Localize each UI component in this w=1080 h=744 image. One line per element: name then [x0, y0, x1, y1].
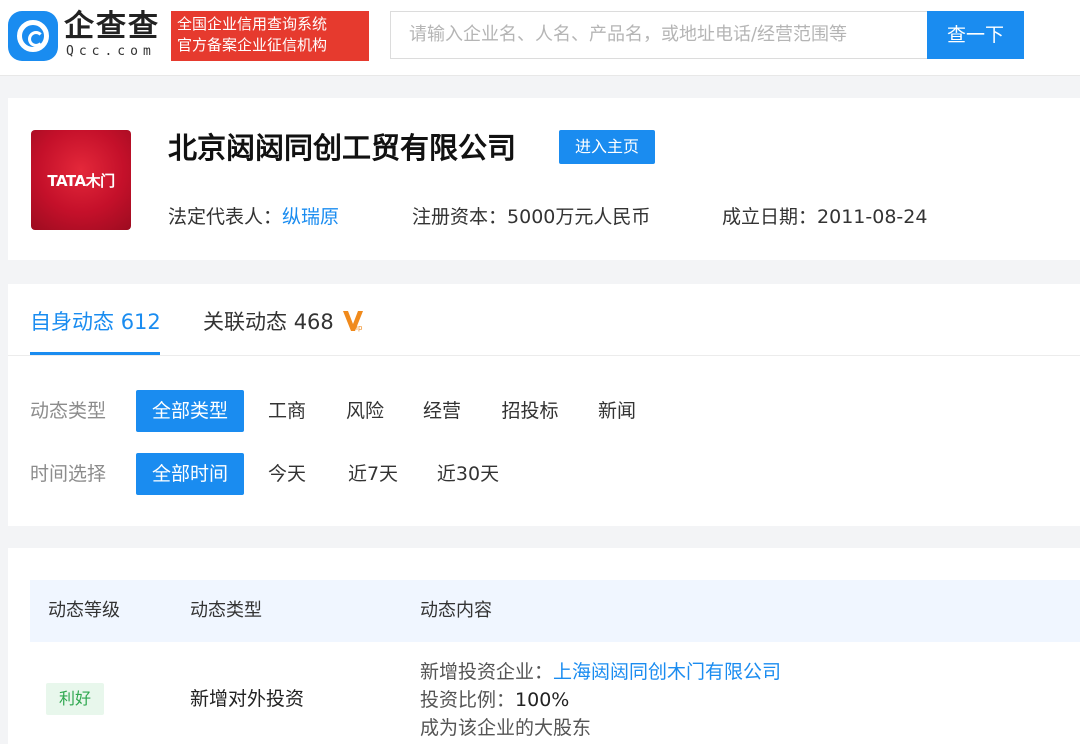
header-type: 动态类型 — [190, 600, 262, 621]
founded-value: 2011-08-24 — [817, 206, 928, 228]
top-bar: 企查查 Qcc.com 全国企业信用查询系统 官方备案企业征信机构 请输入企业名… — [0, 0, 1080, 76]
type-chip-operation[interactable]: 经营 — [413, 390, 471, 432]
content-note: 成为该企业的大股东 — [420, 717, 592, 739]
tab-self-activity[interactable]: 自身动态 612 — [30, 306, 161, 338]
legal-rep-link[interactable]: 纵瑞原 — [282, 206, 339, 228]
capital-value: 5000万元人民币 — [507, 206, 651, 228]
type-chip-risk[interactable]: 风险 — [336, 390, 394, 432]
company-logo: TATA木门 — [31, 130, 131, 230]
search-input[interactable]: 请输入企业名、人名、产品名，或地址电话/经营范围等 — [390, 11, 928, 59]
invested-company-label: 新增投资企业： — [420, 661, 554, 683]
capital-label: 注册资本： — [412, 206, 508, 228]
enter-homepage-button[interactable]: 进入主页 — [559, 130, 655, 164]
tab-label: 关联动态 — [203, 310, 287, 334]
tab-count: 468 — [293, 310, 334, 334]
level-badge-positive: 利好 — [46, 683, 104, 715]
header-content: 动态内容 — [420, 600, 492, 621]
company-name: 北京闼闼同创工贸有限公司 — [168, 131, 517, 165]
vip-icon: ip — [343, 311, 363, 332]
time-chip-today[interactable]: 今天 — [258, 453, 316, 495]
ratio-label: 投资比例： — [420, 689, 516, 711]
founded-label: 成立日期： — [722, 206, 818, 228]
slogan-badge: 全国企业信用查询系统 官方备案企业征信机构 — [171, 11, 369, 61]
activity-type: 新增对外投资 — [190, 688, 305, 710]
content-investment-ratio: 投资比例：100% — [420, 686, 569, 714]
type-chip-news[interactable]: 新闻 — [588, 390, 646, 432]
ratio-value: 100% — [515, 689, 570, 711]
time-chip-all[interactable]: 全部时间 — [136, 453, 244, 495]
logo-subtext: Qcc.com — [66, 44, 156, 59]
slogan-line-2: 官方备案企业征信机构 — [177, 36, 328, 54]
time-chip-7days[interactable]: 近7天 — [336, 453, 410, 495]
content-invested-company: 新增投资企业：上海闼闼同创木门有限公司 — [420, 658, 781, 686]
slogan-line-1: 全国企业信用查询系统 — [177, 15, 328, 33]
type-filter-label: 动态类型 — [30, 400, 107, 422]
time-chip-30days[interactable]: 近30天 — [426, 453, 510, 495]
tab-related-activity[interactable]: 关联动态 468 — [203, 306, 334, 338]
legal-representative: 法定代表人：纵瑞原 — [168, 203, 339, 231]
type-chip-business[interactable]: 工商 — [258, 390, 316, 432]
table-header: 动态等级 动态类型 动态内容 — [30, 580, 1080, 642]
company-card: TATA木门 北京闼闼同创工贸有限公司 进入主页 法定代表人：纵瑞原 注册资本：… — [8, 98, 1080, 260]
search-button[interactable]: 查一下 — [927, 11, 1024, 59]
type-chip-all[interactable]: 全部类型 — [136, 390, 244, 432]
time-filter-label: 时间选择 — [30, 463, 107, 485]
invested-company-link[interactable]: 上海闼闼同创木门有限公司 — [553, 661, 781, 683]
type-chip-bidding[interactable]: 招投标 — [492, 390, 568, 432]
legal-rep-label: 法定代表人： — [168, 206, 283, 228]
tab-divider — [8, 355, 1080, 356]
tab-count: 612 — [120, 310, 161, 334]
logo-text[interactable]: 企查查 — [64, 10, 160, 44]
header-level: 动态等级 — [48, 600, 120, 621]
activity-table-card: 动态等级 动态类型 动态内容 利好 新增对外投资 新增投资企业：上海闼闼同创木门… — [8, 548, 1080, 744]
filter-card: 自身动态 612 关联动态 468 ip 动态类型 全部类型 工商 风险 经营 … — [8, 284, 1080, 526]
founded-date: 成立日期：2011-08-24 — [722, 203, 927, 231]
qcc-logo-icon[interactable] — [8, 11, 58, 61]
registered-capital: 注册资本：5000万元人民币 — [412, 203, 650, 231]
tab-label: 自身动态 — [30, 310, 114, 334]
svg-text:ip: ip — [356, 324, 363, 332]
